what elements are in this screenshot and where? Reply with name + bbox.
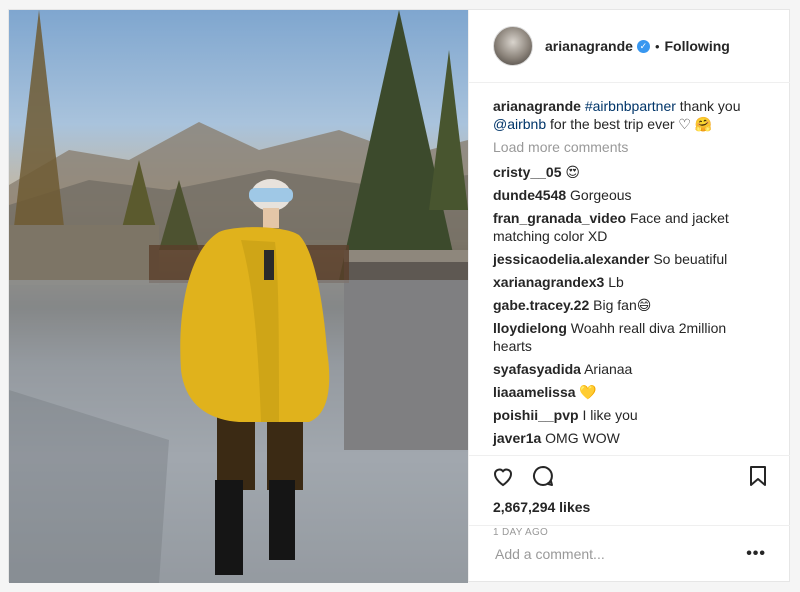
comments-list: arianagrande #airbnbpartner thank you @a… <box>469 83 790 455</box>
comment-item: jessicaodelia.alexander So beuatiful <box>493 250 766 268</box>
comment-username[interactable]: gabe.tracey.22 <box>493 297 589 313</box>
post-header: arianagrande ✓ • Following <box>469 10 790 83</box>
comment-item: syafasyadida Arianaa <box>493 360 766 378</box>
like-count[interactable]: 2,867,294 likes <box>469 495 790 515</box>
comment-text: So beuatiful <box>653 251 728 267</box>
verified-badge-icon: ✓ <box>636 39 650 53</box>
comment-username[interactable]: javer1a <box>493 430 541 446</box>
comment-icon[interactable] <box>531 464 555 488</box>
post-photo[interactable] <box>9 10 468 583</box>
comment-item: liaaamelissa 💛 <box>493 383 766 401</box>
caption-text-2: for the best trip ever ♡ 🤗 <box>550 116 713 132</box>
author-username[interactable]: arianagrande <box>545 38 633 54</box>
comment-text: OMG WOW <box>545 430 620 446</box>
post-card: arianagrande ✓ • Following arianagrande … <box>8 9 790 583</box>
comment-item: poishii__pvp I like you <box>493 406 766 424</box>
comment-item: gabe.tracey.22 Big fan😄 <box>493 296 766 314</box>
comment-text: 😍 <box>565 164 581 180</box>
add-comment-bar: ••• <box>469 525 790 581</box>
comment-username[interactable]: syafasyadida <box>493 361 581 377</box>
comment-item: xarianagrandex3 Lb <box>493 273 766 291</box>
comment-username[interactable]: fran_granada_video <box>493 210 626 226</box>
heart-icon[interactable] <box>491 464 515 488</box>
caption: arianagrande #airbnbpartner thank you @a… <box>493 97 766 133</box>
caption-username[interactable]: arianagrande <box>493 98 581 114</box>
photo-illustration <box>9 10 468 583</box>
comment-username[interactable]: poishii__pvp <box>493 407 579 423</box>
action-bar <box>469 455 790 495</box>
comment-item: fran_granada_video Face and jacket match… <box>493 209 766 245</box>
comment-text: Lb <box>608 274 624 290</box>
comment-text: I like you <box>582 407 638 423</box>
comment-text: Gorgeous <box>570 187 632 203</box>
comment-username[interactable]: xarianagrandex3 <box>493 274 604 290</box>
caption-mention[interactable]: @airbnb <box>493 116 546 132</box>
comment-text: Big fan😄 <box>593 297 652 313</box>
comment-text: 💛 <box>579 384 597 400</box>
comment-item: dunde4548 Gorgeous <box>493 186 766 204</box>
comment-text: Arianaa <box>584 361 633 377</box>
more-options-icon[interactable]: ••• <box>746 545 766 563</box>
load-more-comments-button[interactable]: Load more comments <box>493 138 766 156</box>
add-comment-input[interactable] <box>493 544 747 563</box>
caption-hashtag[interactable]: #airbnbpartner <box>585 98 676 114</box>
comment-username[interactable]: dunde4548 <box>493 187 566 203</box>
comment-item: lloydielong Woahh reall diva 2million he… <box>493 319 766 355</box>
comment-username[interactable]: lloydielong <box>493 320 567 336</box>
comment-username[interactable]: jessicaodelia.alexander <box>493 251 649 267</box>
author-avatar[interactable] <box>493 26 533 66</box>
caption-text-1: thank you <box>679 98 741 114</box>
bookmark-icon[interactable] <box>748 465 768 487</box>
comment-item: cristy__05 😍 <box>493 163 766 181</box>
following-button[interactable]: Following <box>665 38 730 54</box>
comment-username[interactable]: liaaamelissa <box>493 384 576 400</box>
separator-dot: • <box>654 38 660 54</box>
comment-item: javer1a OMG WOW <box>493 429 766 447</box>
comment-username[interactable]: cristy__05 <box>493 164 562 180</box>
post-sidebar: arianagrande ✓ • Following arianagrande … <box>468 10 790 581</box>
